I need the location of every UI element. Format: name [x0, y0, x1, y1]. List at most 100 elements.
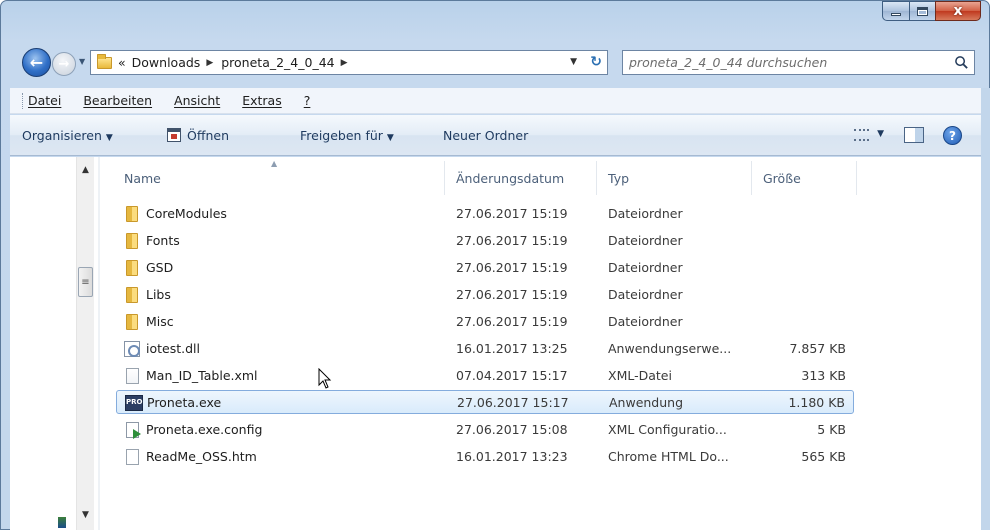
file-name: Proneta.exe.config: [146, 422, 263, 437]
file-size: 7.857 KB: [789, 341, 846, 356]
back-arrow-icon: ←: [29, 53, 44, 72]
maximize-button[interactable]: [909, 1, 935, 21]
window-border-right: [981, 88, 990, 530]
list-item[interactable]: Libs 27.06.2017 15:19 Dateiordner: [116, 283, 854, 307]
file-size: 1.180 KB: [788, 395, 845, 410]
list-item[interactable]: Proneta.exe.config 27.06.2017 15:08 XML …: [116, 418, 854, 442]
new-folder-button[interactable]: Neuer Ordner: [443, 128, 528, 143]
column-size[interactable]: Größe: [763, 171, 801, 186]
share-button[interactable]: Freigeben für ▼: [300, 128, 394, 143]
list-item[interactable]: ReadMe_OSS.htm 16.01.2017 13:23 Chrome H…: [116, 445, 854, 469]
open-label: Öffnen: [187, 128, 229, 143]
column-divider[interactable]: [751, 161, 752, 195]
chevron-down-icon: ▼: [105, 133, 113, 143]
open-app-icon: [167, 128, 181, 142]
maximize-icon: [917, 6, 928, 16]
organize-label: Organisieren: [22, 128, 102, 143]
column-divider[interactable]: [596, 161, 597, 195]
file-date: 27.06.2017 15:19: [456, 314, 568, 329]
file-name: iotest.dll: [146, 341, 200, 356]
sort-ascending-icon: ▲: [271, 159, 278, 168]
address-bar[interactable]: « Downloads ▶ proneta_2_4_0_44 ▶ ▼ ↻: [90, 50, 608, 75]
navigation-pane: ▲ ≡ ▼: [10, 157, 96, 530]
file-size: 313 KB: [801, 368, 846, 383]
content-area: ▲ ≡ ▼ ▲ Name Änderungsdatum Typ Größe Co…: [10, 157, 981, 530]
menu-bearbeiten[interactable]: Bearbeiten: [83, 93, 152, 108]
file-type: Chrome HTML Do...: [608, 449, 729, 464]
list-item[interactable]: iotest.dll 16.01.2017 13:25 Anwendungser…: [116, 337, 854, 361]
folder-icon: [126, 233, 138, 249]
minimize-button[interactable]: [882, 1, 909, 21]
list-item[interactable]: GSD 27.06.2017 15:19 Dateiordner: [116, 256, 854, 280]
scroll-down-icon[interactable]: ▼: [82, 510, 89, 520]
column-date[interactable]: Änderungsdatum: [456, 171, 564, 186]
pane-divider[interactable]: [98, 157, 100, 530]
list-item-selected[interactable]: Proneta.exe 27.06.2017 15:17 Anwendung 1…: [116, 390, 854, 414]
close-button[interactable]: x: [935, 1, 981, 21]
network-node-icon[interactable]: [58, 517, 66, 528]
file-name: Man_ID_Table.xml: [146, 368, 258, 383]
breadcrumb-separator-icon[interactable]: ▶: [206, 58, 213, 68]
forward-button[interactable]: →: [52, 52, 76, 76]
breadcrumb-separator-icon[interactable]: ▶: [341, 58, 348, 68]
menu-datei[interactable]: Datei: [28, 93, 61, 108]
list-item[interactable]: Fonts 27.06.2017 15:19 Dateiordner: [116, 229, 854, 253]
help-icon[interactable]: ?: [943, 126, 962, 145]
breadcrumb-proneta[interactable]: proneta_2_4_0_44: [221, 55, 334, 70]
xml-file-icon: [126, 368, 139, 384]
file-size: 565 KB: [801, 449, 846, 464]
file-type: Dateiordner: [608, 314, 683, 329]
search-placeholder: proneta_2_4_0_44 durchsuchen: [629, 55, 828, 70]
file-date: 27.06.2017 15:08: [456, 422, 568, 437]
folder-icon: [126, 314, 138, 330]
new-folder-label: Neuer Ordner: [443, 128, 529, 143]
file-date: 27.06.2017 15:19: [456, 233, 568, 248]
column-divider[interactable]: [444, 161, 445, 195]
list-item[interactable]: CoreModules 27.06.2017 15:19 Dateiordner: [116, 202, 854, 226]
file-type: Dateiordner: [608, 260, 683, 275]
recent-pages-dropdown[interactable]: ▼: [79, 57, 85, 66]
preview-pane-icon[interactable]: [904, 127, 924, 143]
file-name: Misc: [146, 314, 174, 329]
breadcrumb-prefix[interactable]: «: [118, 55, 126, 70]
scroll-up-icon[interactable]: ▲: [82, 165, 89, 175]
file-type: Dateiordner: [608, 233, 683, 248]
menu-ansicht[interactable]: Ansicht: [174, 93, 220, 108]
column-type[interactable]: Typ: [608, 171, 629, 186]
close-icon: x: [953, 3, 963, 19]
file-date: 07.04.2017 15:17: [456, 368, 568, 383]
search-input[interactable]: proneta_2_4_0_44 durchsuchen: [622, 50, 975, 75]
file-type: Dateiordner: [608, 287, 683, 302]
command-bar: Organisieren ▼ Öffnen Freigeben für ▼ Neue…: [10, 115, 981, 156]
menu-extras[interactable]: Extras: [242, 93, 282, 108]
navigation-scrollbar[interactable]: ▲ ≡ ▼: [76, 157, 94, 530]
column-name[interactable]: Name: [124, 171, 161, 186]
chevron-down-icon[interactable]: ▼: [570, 57, 577, 67]
file-name: ReadMe_OSS.htm: [146, 449, 257, 464]
menu-help[interactable]: ?: [304, 93, 311, 108]
menu-bar: Datei Bearbeiten Ansicht Extras ?: [10, 88, 981, 114]
file-type: Anwendung: [609, 395, 684, 410]
search-icon[interactable]: [954, 55, 969, 70]
file-name: CoreModules: [146, 206, 227, 221]
file-name: Libs: [146, 287, 171, 302]
scroll-thumb[interactable]: ≡: [78, 267, 93, 297]
column-divider[interactable]: [856, 161, 857, 195]
breadcrumb-downloads[interactable]: Downloads: [132, 55, 201, 70]
open-button[interactable]: Öffnen: [167, 128, 229, 143]
chevron-down-icon[interactable]: ▼: [877, 129, 884, 139]
list-item[interactable]: Misc 27.06.2017 15:19 Dateiordner: [116, 310, 854, 334]
organize-button[interactable]: Organisieren ▼: [22, 128, 113, 143]
refresh-icon[interactable]: ↻: [590, 54, 602, 70]
view-options-icon[interactable]: [854, 129, 869, 141]
mouse-cursor-icon: [318, 368, 332, 389]
file-size: 5 KB: [817, 422, 846, 437]
forward-arrow-icon: →: [58, 56, 70, 72]
file-name: Proneta.exe: [147, 395, 222, 410]
file-name: GSD: [146, 260, 174, 275]
list-item[interactable]: Man_ID_Table.xml 07.04.2017 15:17 XML-Da…: [116, 364, 854, 388]
column-header: ▲ Name Änderungsdatum Typ Größe: [106, 157, 976, 197]
share-label: Freigeben für: [300, 128, 383, 143]
minimize-icon: [891, 13, 901, 16]
back-button[interactable]: ←: [22, 48, 51, 77]
